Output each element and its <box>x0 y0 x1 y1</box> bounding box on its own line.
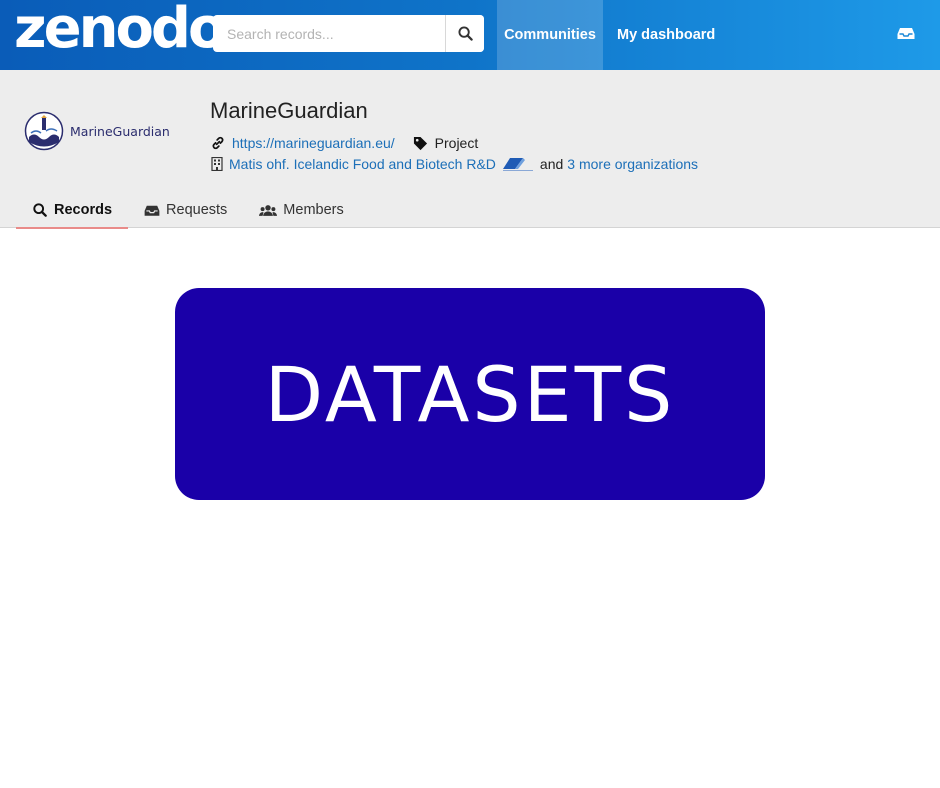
search-icon <box>457 26 473 41</box>
community-title: MarineGuardian <box>210 98 368 123</box>
tab-label: Records <box>54 202 113 218</box>
marineguardian-logo-icon <box>24 111 64 151</box>
more-organizations-link[interactable]: 3 more organizations <box>567 156 698 172</box>
building-icon <box>210 156 223 172</box>
organization-logo-icon <box>502 158 533 171</box>
banner-text: DATASETS <box>264 349 676 439</box>
and-text: and <box>539 156 564 172</box>
community-meta-row: https://marineguardian.eu/ Project <box>210 135 478 151</box>
search-box <box>213 15 484 52</box>
organization-link[interactable]: Matis ohf. Icelandic Food and Biotech R&… <box>229 156 496 172</box>
link-icon <box>210 135 226 151</box>
community-header: MarineGuardian MarineGuardian https://ma… <box>0 70 940 229</box>
community-tabs: Records Requests Members <box>16 192 360 229</box>
community-website-link[interactable]: https://marineguardian.eu/ <box>232 135 395 151</box>
tag-icon <box>413 135 429 151</box>
tab-label: Members <box>283 202 344 218</box>
tab-members[interactable]: Members <box>243 192 359 228</box>
nav-communities[interactable]: Communities <box>497 0 603 70</box>
search-button[interactable] <box>445 15 484 52</box>
inbox-button[interactable] <box>897 25 917 43</box>
zenodo-logo[interactable]: zenodo <box>14 0 226 64</box>
top-navbar: zenodo Communities My dashboard <box>0 0 940 70</box>
inbox-icon <box>897 28 915 39</box>
search-icon <box>32 203 48 217</box>
users-icon <box>259 203 278 217</box>
inbox-icon <box>144 203 160 217</box>
tab-records[interactable]: Records <box>16 192 129 229</box>
community-orgs-row: Matis ohf. Icelandic Food and Biotech R&… <box>210 156 698 172</box>
community-logo-text: MarineGuardian <box>70 123 170 139</box>
tab-requests[interactable]: Requests <box>128 192 243 228</box>
community-type: Project <box>434 135 479 151</box>
tab-label: Requests <box>166 202 228 218</box>
nav-my-dashboard[interactable]: My dashboard <box>617 0 715 70</box>
community-logo[interactable]: MarineGuardian <box>24 109 174 153</box>
zenodo-logo-text: zenodo <box>14 0 226 61</box>
search-input[interactable] <box>213 15 445 52</box>
datasets-banner: DATASETS <box>175 288 765 500</box>
